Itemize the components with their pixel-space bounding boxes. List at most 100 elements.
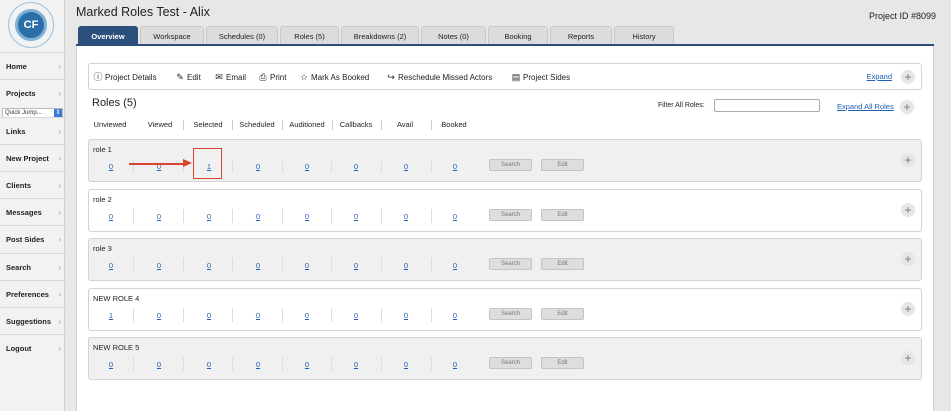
scheduled-count-link[interactable]: 0	[248, 261, 268, 270]
booked-count-link[interactable]: 0	[445, 311, 465, 320]
viewed-count-link[interactable]: 0	[149, 212, 169, 221]
role-edit-button[interactable]: Edit	[541, 357, 584, 369]
plus-icon[interactable]: +	[901, 70, 915, 84]
role-edit-button[interactable]: Edit	[541, 308, 584, 320]
booked-count-link[interactable]: 0	[445, 261, 465, 270]
avail-count-link[interactable]: 0	[396, 212, 416, 221]
column-header: Scheduled	[239, 120, 275, 129]
booked-count-link[interactable]: 0	[445, 212, 465, 221]
unviewed-count-link[interactable]: 0	[101, 162, 121, 171]
sidebar-item-links[interactable]: Links ›	[0, 117, 65, 144]
callbacks-count-link[interactable]: 0	[346, 212, 366, 221]
plus-icon[interactable]: +	[901, 203, 915, 217]
callbacks-count-link[interactable]: 0	[346, 261, 366, 270]
selected-count-link[interactable]: 0	[199, 212, 219, 221]
chevron-right-icon: ›	[58, 62, 61, 71]
project-sides-action[interactable]: ▤ Project Sides	[511, 64, 570, 91]
right-gutter	[934, 46, 951, 411]
tab-notes[interactable]: Notes (0)	[421, 26, 486, 45]
reschedule-action[interactable]: ↪ Reschedule Missed Actors	[386, 64, 492, 91]
auditioned-count-link[interactable]: 0	[297, 212, 317, 221]
auditioned-count-link[interactable]: 0	[297, 311, 317, 320]
auditioned-count-link[interactable]: 0	[297, 162, 317, 171]
unviewed-count-link[interactable]: 0	[101, 261, 121, 270]
mark-as-booked-action[interactable]: ☆ Mark As Booked	[299, 64, 369, 91]
edit-action[interactable]: ✎ Edit	[175, 64, 201, 91]
avail-count-link[interactable]: 0	[396, 360, 416, 369]
plus-icon[interactable]: +	[901, 153, 915, 167]
sidebar-item-projects[interactable]: Projects ›	[0, 79, 65, 106]
role-search-button[interactable]: Search	[489, 159, 532, 171]
sidebar-item-preferences[interactable]: Preferences ›	[0, 280, 65, 307]
project-details-action[interactable]: ⓘ Project Details	[93, 64, 156, 91]
unviewed-count-link[interactable]: 1	[101, 311, 121, 320]
unviewed-count-link[interactable]: 0	[101, 212, 121, 221]
count-divider	[331, 209, 332, 223]
plus-icon[interactable]: +	[901, 302, 915, 316]
share-icon: ↪	[387, 72, 395, 82]
tab-overview[interactable]: Overview	[78, 26, 138, 45]
tab-breakdowns[interactable]: Breakdowns (2)	[341, 26, 419, 45]
selected-count-link[interactable]: 0	[199, 311, 219, 320]
booked-count-link[interactable]: 0	[445, 360, 465, 369]
role-search-button[interactable]: Search	[489, 357, 532, 369]
role-search-button[interactable]: Search	[489, 308, 532, 320]
count-divider	[282, 209, 283, 223]
auditioned-count-link[interactable]: 0	[297, 360, 317, 369]
main-panel: ⓘ Project Details ✎ Edit ✉ Email ⎙ Print ☆ Ma…	[76, 46, 934, 411]
booked-count-link[interactable]: 0	[445, 162, 465, 171]
unviewed-count-link[interactable]: 0	[101, 360, 121, 369]
count-divider	[183, 258, 184, 272]
page-title: Marked Roles Test - Alix	[76, 5, 210, 19]
count-divider	[331, 357, 332, 371]
sidebar-item-new-project[interactable]: New Project ›	[0, 144, 65, 171]
email-action[interactable]: ✉ Email	[214, 64, 246, 91]
role-edit-button[interactable]: Edit	[541, 258, 584, 270]
role-edit-button[interactable]: Edit	[541, 209, 584, 221]
avail-count-link[interactable]: 0	[396, 311, 416, 320]
selected-count-link[interactable]: 0	[199, 261, 219, 270]
avail-count-link[interactable]: 0	[396, 261, 416, 270]
count-divider	[282, 258, 283, 272]
avail-count-link[interactable]: 0	[396, 162, 416, 171]
tab-booking[interactable]: Booking	[488, 26, 548, 45]
sidebar-item-clients[interactable]: Clients ›	[0, 171, 65, 198]
filter-roles-input[interactable]	[714, 99, 820, 112]
chevron-right-icon: ›	[58, 181, 61, 190]
tab-workspace[interactable]: Workspace	[140, 26, 204, 45]
scheduled-count-link[interactable]: 0	[248, 212, 268, 221]
plus-icon[interactable]: +	[901, 351, 915, 365]
print-action[interactable]: ⎙ Print	[258, 64, 286, 91]
role-search-button[interactable]: Search	[489, 209, 532, 221]
callbacks-count-link[interactable]: 0	[346, 360, 366, 369]
selected-count-link[interactable]: 0	[199, 360, 219, 369]
viewed-count-link[interactable]: 0	[149, 360, 169, 369]
role-search-button[interactable]: Search	[489, 258, 532, 270]
auditioned-count-link[interactable]: 0	[297, 261, 317, 270]
tab-schedules[interactable]: Schedules (0)	[206, 26, 278, 45]
callbacks-count-link[interactable]: 0	[346, 162, 366, 171]
plus-icon[interactable]: +	[900, 100, 914, 114]
tab-history[interactable]: History	[614, 26, 674, 45]
sidebar-item-logout[interactable]: Logout ›	[0, 334, 65, 361]
scheduled-count-link[interactable]: 0	[248, 162, 268, 171]
plus-icon[interactable]: +	[901, 252, 915, 266]
sidebar-item-search[interactable]: Search ›	[0, 253, 65, 280]
viewed-count-link[interactable]: 0	[149, 261, 169, 270]
viewed-count-link[interactable]: 0	[149, 311, 169, 320]
sidebar-item-post-sides[interactable]: Post Sides ›	[0, 225, 65, 252]
role-edit-button[interactable]: Edit	[541, 159, 584, 171]
expand-all-roles-link[interactable]: Expand All Roles	[837, 102, 894, 111]
callbacks-count-link[interactable]: 0	[346, 311, 366, 320]
sidebar-item-messages[interactable]: Messages ›	[0, 198, 65, 225]
logo[interactable]: CF	[15, 9, 47, 41]
scheduled-count-link[interactable]: 0	[248, 311, 268, 320]
sidebar-item-suggestions[interactable]: Suggestions ›	[0, 307, 65, 334]
scheduled-count-link[interactable]: 0	[248, 360, 268, 369]
expand-link[interactable]: Expand	[867, 64, 892, 89]
chevron-right-icon: ›	[58, 127, 61, 136]
count-divider	[431, 258, 432, 272]
sidebar-item-home[interactable]: Home ›	[0, 52, 65, 79]
tab-reports[interactable]: Reports	[550, 26, 612, 45]
tab-roles[interactable]: Roles (5)	[280, 26, 339, 45]
